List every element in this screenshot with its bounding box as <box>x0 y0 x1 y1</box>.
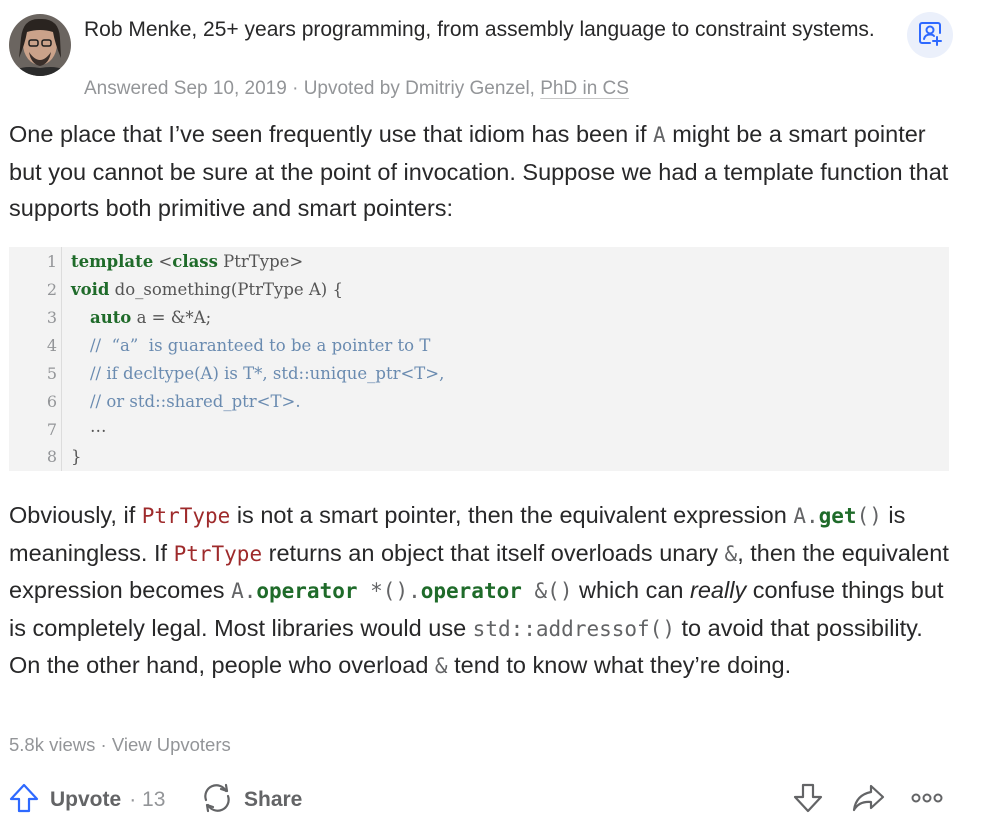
action-bar: Upvote · 13 Share <box>0 778 981 822</box>
code-text: < <box>153 252 173 271</box>
more-dots-icon <box>911 791 943 809</box>
downvote-button[interactable] <box>788 781 828 819</box>
code-text: } <box>71 447 82 466</box>
text: is not a smart pointer, then the equival… <box>230 502 794 528</box>
code-text: *(). <box>357 579 421 603</box>
stats-separator: · <box>100 734 107 755</box>
line-number: 6 <box>46 392 57 411</box>
line-number: 7 <box>46 420 57 439</box>
code-text: … <box>90 417 107 436</box>
text: returns an object that itself overloads … <box>262 539 725 566</box>
upvote-count: · 13 <box>129 788 166 811</box>
code-text: PtrType> <box>217 252 304 271</box>
line-number: 8 <box>46 447 57 466</box>
code-keyword: operator <box>256 579 358 603</box>
inline-code: & <box>434 654 448 678</box>
share-label: Share <box>244 788 303 811</box>
code-keyword: get <box>818 504 857 528</box>
inline-code: & <box>724 541 738 566</box>
code-line: void do_something(PtrType A) { <box>71 280 343 299</box>
upvote-button[interactable]: Upvote · 13 <box>8 781 165 819</box>
more-options-button[interactable] <box>907 781 947 819</box>
code-text: a = &*A; <box>131 308 212 327</box>
inline-code: A <box>653 123 666 147</box>
answer-paragraph-1: One place that I’ve seen frequently use … <box>9 116 949 227</box>
author-avatar[interactable] <box>9 14 71 76</box>
answer-stats: 5.8k views · View Upvoters <box>9 733 231 757</box>
line-number: 5 <box>46 364 57 383</box>
inline-code: A.get() <box>793 504 882 528</box>
line-number: 1 <box>46 252 57 271</box>
follow-author-button[interactable] <box>907 12 953 58</box>
line-number-gutter: 1 2 3 4 5 6 7 8 <box>9 247 62 471</box>
code-text: A. <box>793 504 819 528</box>
inline-code: PtrType <box>141 504 231 528</box>
inline-code: std::addressof() <box>472 616 675 641</box>
text: tend to know what they’re doing. <box>447 652 792 678</box>
answered-date[interactable]: Answered Sep 10, 2019 <box>84 78 287 99</box>
code-line: template <class PtrType> <box>71 252 303 271</box>
code-comment: // or std::shared_ptr<T>. <box>90 392 301 411</box>
code-text: () <box>856 504 882 528</box>
upvoter-credential[interactable]: PhD in CS <box>540 78 629 99</box>
line-number: 4 <box>46 336 57 355</box>
code-keyword: operator <box>420 579 522 603</box>
code-keyword: template <box>71 252 154 271</box>
author-credential[interactable]: Rob Menke, 25+ years programming, from a… <box>84 16 884 44</box>
forward-arrow-icon <box>851 783 885 818</box>
code-line: // or std::shared_ptr<T>. <box>90 392 301 411</box>
view-upvoters-link[interactable]: View Upvoters <box>112 734 231 755</box>
code-block: 1 2 3 4 5 6 7 8 template <class PtrType>… <box>9 247 949 471</box>
emphasis: really <box>690 577 747 603</box>
person-plus-icon <box>917 20 943 51</box>
code-line: } <box>71 447 82 466</box>
upvote-label: Upvote <box>50 788 122 811</box>
upvote-arrow-icon <box>8 783 40 818</box>
share-button[interactable]: Share <box>200 781 302 819</box>
upvoted-by[interactable]: Upvoted by Dmitriy Genzel, <box>304 78 535 99</box>
code-line: // “a” is guaranteed to be a pointer to … <box>90 336 430 355</box>
code-text: do_something(PtrType A) { <box>109 280 343 299</box>
text: One place that I’ve seen frequently use … <box>9 121 654 147</box>
code-text: A. <box>231 579 257 603</box>
inline-code: A.operator *().operator &() <box>231 579 572 603</box>
answer-meta: Answered Sep 10, 2019 · Upvoted by Dmitr… <box>84 77 629 101</box>
downvote-arrow-icon <box>792 783 824 818</box>
code-line: auto a = &*A; <box>90 308 211 327</box>
answer-paragraph-2: Obviously, if PtrType is not a smart poi… <box>9 497 949 685</box>
code-comment: // “a” is guaranteed to be a pointer to … <box>90 336 431 355</box>
line-number: 2 <box>46 280 57 299</box>
meta-separator: · <box>292 78 299 99</box>
code-keyword: void <box>71 280 110 299</box>
inline-code: PtrType <box>173 541 263 566</box>
view-count: 5.8k views <box>9 734 96 755</box>
reshare-button[interactable] <box>848 781 888 819</box>
code-text: &() <box>521 579 573 603</box>
text: which can <box>572 577 691 603</box>
share-cycle-icon <box>200 782 234 819</box>
code-keyword: class <box>172 252 218 271</box>
code-line: // if decltype(A) is T*, std::unique_ptr… <box>90 364 444 383</box>
line-number: 3 <box>46 308 57 327</box>
code-line: … <box>90 417 107 436</box>
text: Obviously, if <box>9 502 142 528</box>
code-comment: // if decltype(A) is T*, std::unique_ptr… <box>90 364 445 383</box>
code-keyword: auto <box>90 308 132 327</box>
